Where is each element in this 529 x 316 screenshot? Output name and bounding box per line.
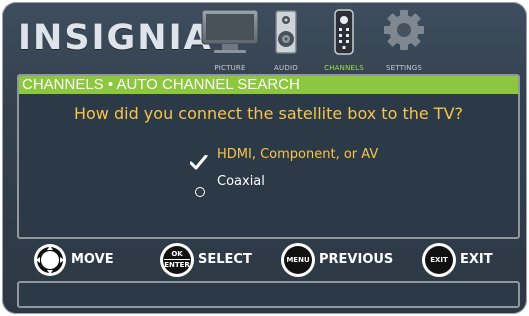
hint-select-label: SELECT [198,252,252,267]
menu-text: MENU [286,255,310,264]
gear-icon [384,10,424,50]
question-text: How did you connect the satellite box to… [73,104,464,123]
tab-channels-label: CHANNELS [324,64,364,72]
ok-text: OK [171,250,183,258]
exit-text: EXIT [430,255,448,264]
tab-audio-label: AUDIO [274,64,298,72]
option-hdmi-component-av[interactable]: HDMI, Component, or AV [187,147,379,170]
ok-enter-button-icon: OK ENTER [160,243,194,277]
option-coaxial[interactable]: Coaxial [187,174,265,197]
menu-button-icon: MENU [281,243,315,277]
exit-button-icon: EXIT [422,243,456,277]
tab-audio[interactable]: AUDIO [266,8,306,72]
hint-exit-label: EXIT [460,252,493,267]
option-label: HDMI, Component, or AV [217,147,379,162]
menu-panel: CHANNELS • AUTO CHANNEL SEARCH How did y… [17,74,520,239]
check-icon [190,155,208,170]
radio-unselected-icon [195,187,205,197]
panel-title: CHANNELS • AUTO CHANNEL SEARCH [19,76,518,94]
tab-settings[interactable]: SETTINGS [378,8,430,72]
insignia-logo: INSIGNIA [18,18,213,58]
hint-previous-label: PREVIOUS [319,252,394,267]
tab-picture-label: PICTURE [214,64,246,72]
remote-icon [334,9,354,55]
tab-picture[interactable]: PICTURE [198,8,262,72]
tab-channels[interactable]: CHANNELS [318,8,370,72]
hint-move-label: MOVE [71,252,114,267]
tv-menu-screen: INSIGNIA PICTURE AUDIO CHANNELS SETTINGS… [2,2,527,314]
option-label: Coaxial [217,174,265,189]
dpad-icon [34,244,66,276]
info-bar [17,281,520,308]
tab-settings-label: SETTINGS [385,64,423,72]
enter-text: ENTER [164,259,190,269]
speaker-icon [274,9,298,55]
tv-icon [201,9,259,53]
